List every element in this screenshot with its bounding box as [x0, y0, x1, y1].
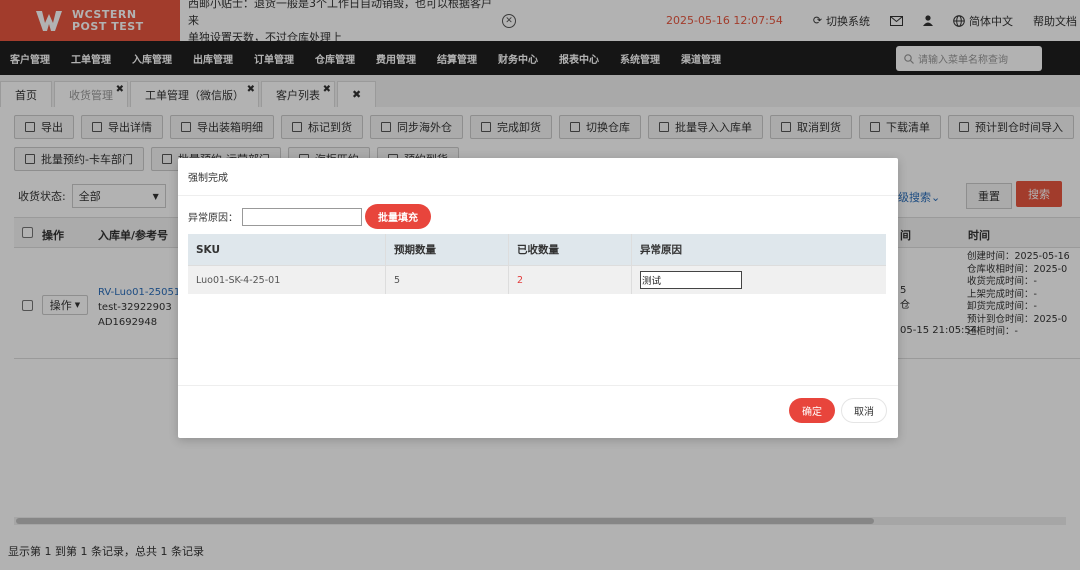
modal-title: 强制完成 [178, 158, 898, 196]
confirm-button[interactable]: 确定 [789, 398, 835, 423]
received-cell: 2 [509, 266, 632, 294]
reason-row: 异常原因： 批量填充 [188, 204, 431, 229]
col-sku: SKU [188, 234, 386, 265]
batch-fill-button[interactable]: 批量填充 [365, 204, 431, 229]
sku-table: SKU 预期数量 已收数量 异常原因 Luo01-SK-4-25-01 5 2 … [188, 234, 886, 294]
row-reason-input[interactable]: 测试 [640, 271, 742, 289]
reason-cell: 测试 [632, 266, 886, 294]
col-expected: 预期数量 [386, 234, 509, 265]
col-received: 已收数量 [509, 234, 632, 265]
reason-input[interactable] [242, 207, 362, 226]
table-row: Luo01-SK-4-25-01 5 2 测试 [188, 265, 886, 294]
col-reason: 异常原因 [640, 244, 682, 256]
reason-label: 异常原因： [188, 213, 238, 224]
cancel-button[interactable]: 取消 [841, 398, 887, 423]
sku-cell: Luo01-SK-4-25-01 [188, 266, 386, 294]
force-complete-modal: 强制完成 异常原因： 批量填充 SKU 预期数量 已收数量 异常原因 Luo01… [178, 158, 898, 438]
sku-table-header: SKU 预期数量 已收数量 异常原因 [188, 234, 886, 265]
expected-cell: 5 [386, 266, 509, 294]
modal-footer-divider [178, 385, 898, 386]
